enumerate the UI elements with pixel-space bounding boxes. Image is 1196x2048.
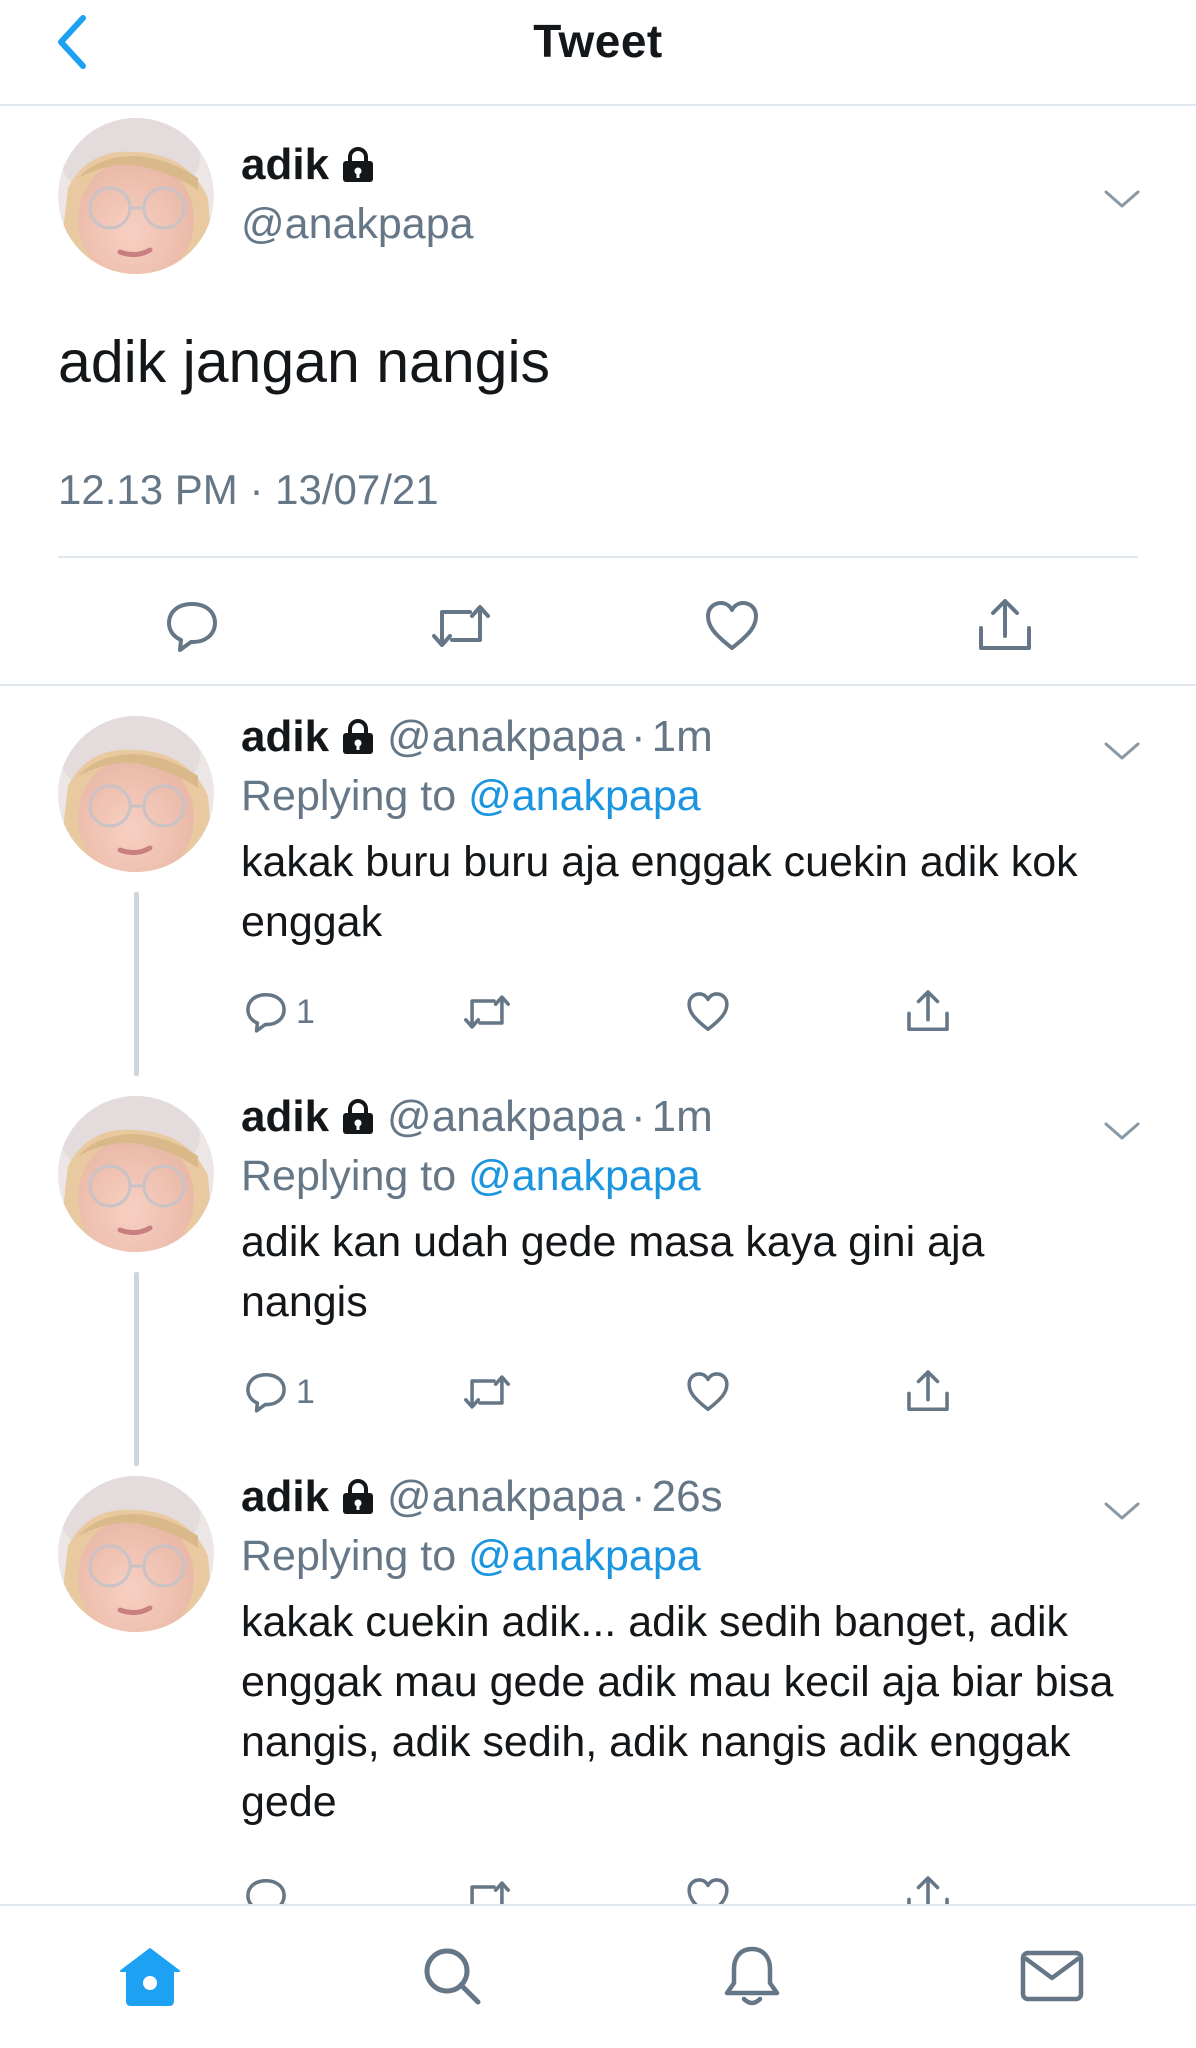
reply-actions xyxy=(0,1870,1196,1904)
reply-header: adik @anakpapa · 1m xyxy=(241,1092,713,1142)
top-nav-bar: Tweet xyxy=(0,0,1196,106)
reply-icon xyxy=(246,1372,286,1413)
share-button[interactable] xyxy=(905,1874,951,1904)
reply-header: adik @anakpapa · 1m xyxy=(241,712,713,762)
separator-dot: · xyxy=(631,712,646,761)
home-icon xyxy=(120,1948,180,2006)
reply-text: adik kan udah gede masa kaya gini aja na… xyxy=(241,1218,985,1326)
avatar[interactable] xyxy=(58,1096,214,1252)
reply-time[interactable]: 1m xyxy=(652,712,713,762)
author-name[interactable]: adik xyxy=(241,1092,329,1142)
reply-button[interactable]: 1 xyxy=(244,1370,315,1414)
mention-link[interactable]: @anakpapa xyxy=(468,772,701,820)
author-handle[interactable]: @anakpapa xyxy=(387,712,625,762)
reply-icon xyxy=(167,602,217,652)
notifications-bell-icon xyxy=(724,1946,780,2006)
retweet-button[interactable] xyxy=(462,1876,512,1904)
lock-icon xyxy=(343,1479,374,1514)
chevron-down-icon[interactable] xyxy=(1102,736,1142,766)
reply-time[interactable]: 1m xyxy=(652,1092,713,1142)
chevron-down-icon[interactable] xyxy=(1102,1496,1142,1526)
divider xyxy=(58,556,1138,558)
replying-prefix: Replying to xyxy=(241,772,457,820)
share-icon xyxy=(979,599,1031,650)
reply-tweet[interactable]: adik @anakpapa · 1m Replying to @anakpap… xyxy=(0,1066,1196,1466)
share-button[interactable] xyxy=(976,596,1034,654)
author-name[interactable]: adik xyxy=(241,712,329,762)
reply-icon xyxy=(246,1878,286,1904)
main-tweet: adik @anakpapa adik jangan nangis 12.13 … xyxy=(0,106,1196,686)
replying-prefix: Replying to xyxy=(241,1152,457,1200)
retweet-button[interactable] xyxy=(430,598,492,654)
reply-tweet[interactable]: adik @anakpapa · 26s Replying to @anakpa… xyxy=(0,1446,1196,1904)
tweet-text: adik jangan nangis xyxy=(58,329,551,395)
avatar[interactable] xyxy=(58,1476,214,1632)
messages-mail-icon xyxy=(1020,1950,1084,2002)
replying-to: Replying to @anakpapa xyxy=(241,1532,701,1581)
retweet-icon xyxy=(432,605,490,647)
like-button[interactable] xyxy=(686,1876,730,1904)
reply-icon xyxy=(246,992,286,1033)
replying-to: Replying to @anakpapa xyxy=(241,772,701,821)
reply-button[interactable] xyxy=(244,1876,288,1904)
page-title: Tweet xyxy=(533,15,663,67)
heart-icon xyxy=(687,992,729,1032)
share-button[interactable] xyxy=(905,988,951,1034)
avatar[interactable] xyxy=(58,118,214,274)
heart-icon xyxy=(687,1372,729,1412)
share-button[interactable] xyxy=(905,1368,951,1414)
share-icon xyxy=(907,1876,949,1904)
bottom-tab-bar xyxy=(0,1904,1196,2048)
tab-notifications[interactable] xyxy=(714,1938,790,2014)
tab-search[interactable] xyxy=(414,1938,490,2014)
tweet-timestamp[interactable]: 12.13 PM · 13/07/21 xyxy=(58,466,439,514)
author-name-text: adik xyxy=(241,140,330,189)
separator-dot: · xyxy=(631,1472,646,1521)
reply-button[interactable]: 1 xyxy=(244,990,315,1034)
heart-icon xyxy=(706,601,758,650)
tab-home[interactable] xyxy=(112,1938,188,2014)
lock-icon xyxy=(343,1099,374,1134)
replying-to: Replying to @anakpapa xyxy=(241,1152,701,1201)
reply-button[interactable] xyxy=(164,598,220,654)
search-icon xyxy=(424,1948,481,2005)
like-button[interactable] xyxy=(704,598,760,654)
author-handle[interactable]: @anakpapa xyxy=(241,200,474,249)
retweet-button[interactable] xyxy=(462,1370,512,1414)
retweet-icon xyxy=(464,1375,510,1409)
retweet-button[interactable] xyxy=(462,990,512,1034)
avatar[interactable] xyxy=(58,716,214,872)
replying-prefix: Replying to xyxy=(241,1532,457,1580)
like-button[interactable] xyxy=(686,990,730,1034)
author-name[interactable]: adik xyxy=(241,140,375,190)
reply-text: kakak cuekin adik... adik sedih banget, … xyxy=(241,1598,1114,1826)
reply-header: adik @anakpapa · 26s xyxy=(241,1472,723,1522)
chevron-down-icon[interactable] xyxy=(1102,1116,1142,1146)
reply-count: 1 xyxy=(296,992,315,1031)
tweet-actions xyxy=(0,586,1196,666)
mention-link[interactable]: @anakpapa xyxy=(468,1152,701,1200)
author-name[interactable]: adik xyxy=(241,1472,329,1522)
reply-text: kakak buru buru aja enggak cuekin adik k… xyxy=(241,838,1078,946)
reply-time[interactable]: 26s xyxy=(652,1472,723,1522)
share-icon xyxy=(907,990,949,1032)
lock-icon xyxy=(343,147,374,182)
share-icon xyxy=(907,1370,949,1412)
author-handle[interactable]: @anakpapa xyxy=(387,1472,625,1522)
lock-icon xyxy=(343,719,374,754)
reply-count: 1 xyxy=(296,1372,315,1411)
author-handle[interactable]: @anakpapa xyxy=(387,1092,625,1142)
retweet-icon xyxy=(470,1881,510,1904)
separator-dot: · xyxy=(631,1092,646,1141)
reply-tweet[interactable]: adik @anakpapa · 1m Replying to @anakpap… xyxy=(0,686,1196,1076)
tab-messages[interactable] xyxy=(1014,1938,1090,2014)
retweet-icon xyxy=(464,995,510,1029)
mention-link[interactable]: @anakpapa xyxy=(468,1532,701,1580)
reply-actions: 1 xyxy=(0,1364,1196,1424)
like-button[interactable] xyxy=(686,1370,730,1414)
heart-icon xyxy=(687,1878,729,1904)
reply-actions: 1 xyxy=(0,984,1196,1044)
chevron-down-icon[interactable] xyxy=(1102,184,1142,214)
